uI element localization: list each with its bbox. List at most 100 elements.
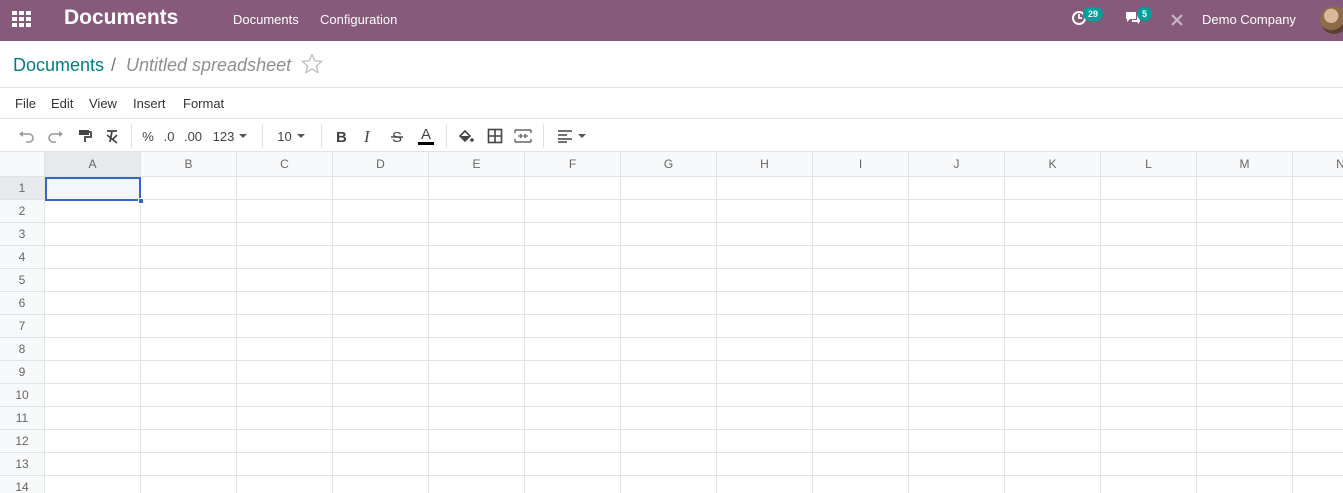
svg-text:B: B: [336, 129, 347, 144]
grid-column-line: [332, 177, 333, 493]
number-format-dropdown[interactable]: 123: [210, 126, 250, 146]
messages-count-badge: 5: [1137, 7, 1153, 21]
font-size-dropdown[interactable]: 10: [273, 126, 309, 146]
column-header-n[interactable]: N: [1293, 152, 1343, 177]
activity-count-badge: 29: [1083, 7, 1104, 21]
format-percent-button[interactable]: %: [140, 126, 156, 146]
debug-tools-icon[interactable]: [1169, 11, 1185, 29]
row-header-5[interactable]: 5: [0, 269, 45, 292]
strikethrough-button[interactable]: S: [388, 126, 406, 146]
grid-column-line: [1100, 177, 1101, 493]
column-header-a[interactable]: A: [45, 152, 141, 177]
grid-column-line: [428, 177, 429, 493]
row-header-14[interactable]: 14: [0, 476, 45, 493]
spreadsheet-grid[interactable]: A B C D E F G H I J K L M N 1 2 3 4 5 6 7 8 9 10 11 12 13 14: [0, 152, 1343, 493]
toolbar-divider: [321, 124, 322, 148]
decrease-decimal-button[interactable]: .0: [160, 126, 178, 146]
grid-row-line: [45, 475, 1343, 476]
favorite-star-icon[interactable]: [300, 52, 324, 76]
borders-button[interactable]: [485, 126, 505, 146]
column-header-e[interactable]: E: [429, 152, 525, 177]
row-header-7[interactable]: 7: [0, 315, 45, 338]
row-header-13[interactable]: 13: [0, 453, 45, 476]
grid-row-line: [45, 245, 1343, 246]
column-header-b[interactable]: B: [141, 152, 237, 177]
row-header-12[interactable]: 12: [0, 430, 45, 453]
user-avatar[interactable]: [1320, 6, 1343, 34]
menu-format[interactable]: Format: [183, 96, 224, 111]
borders-grid-icon: [487, 128, 503, 144]
control-panel: Documents / Untitled spreadsheet: [0, 41, 1343, 88]
row-header-6[interactable]: 6: [0, 292, 45, 315]
spreadsheet-menubar: File Edit View Insert Format: [0, 88, 1343, 119]
font-size-label: 10: [277, 128, 292, 144]
bold-button[interactable]: B: [332, 126, 350, 146]
undo-button[interactable]: [17, 126, 37, 146]
menu-edit[interactable]: Edit: [51, 96, 73, 111]
autofill-handle[interactable]: [138, 198, 144, 204]
column-header-l[interactable]: L: [1101, 152, 1197, 177]
italic-button[interactable]: I: [360, 126, 378, 146]
clear-format-icon: [106, 130, 118, 144]
menu-file[interactable]: File: [15, 96, 36, 111]
app-title[interactable]: Documents: [64, 6, 178, 30]
row-header-1[interactable]: 1: [0, 177, 45, 200]
increase-decimal-button[interactable]: .00: [182, 126, 204, 146]
grid-column-line: [908, 177, 909, 493]
row-header-8[interactable]: 8: [0, 338, 45, 361]
svg-text:A: A: [421, 126, 431, 143]
spreadsheet-title[interactable]: Untitled spreadsheet: [126, 55, 291, 76]
column-header-g[interactable]: G: [621, 152, 717, 177]
row-header-10[interactable]: 10: [0, 384, 45, 407]
grid-row-line: [45, 360, 1343, 361]
select-all-corner[interactable]: [0, 152, 45, 177]
clear-format-button[interactable]: [102, 126, 122, 146]
row-header-11[interactable]: 11: [0, 407, 45, 430]
redo-button[interactable]: [45, 126, 65, 146]
column-header-d[interactable]: D: [333, 152, 429, 177]
undo-icon: [19, 131, 34, 143]
italic-icon: I: [363, 128, 371, 144]
svg-text:I: I: [363, 128, 371, 144]
align-dropdown[interactable]: [554, 126, 588, 146]
column-header-c[interactable]: C: [237, 152, 333, 177]
row-header-3[interactable]: 3: [0, 223, 45, 246]
grid-column-line: [140, 177, 141, 493]
grid-row-line: [45, 291, 1343, 292]
merge-cells-button[interactable]: [513, 126, 533, 146]
toolbar-divider: [446, 124, 447, 148]
grid-column-line: [812, 177, 813, 493]
align-left-icon: [557, 130, 572, 143]
column-header-j[interactable]: J: [909, 152, 1005, 177]
grid-column-line: [1292, 177, 1293, 493]
strikethrough-icon: S: [391, 129, 403, 144]
bold-icon: B: [336, 129, 347, 144]
text-color-icon: A: [418, 126, 434, 145]
menu-insert[interactable]: Insert: [133, 96, 166, 111]
grid-column-line: [236, 177, 237, 493]
company-switcher[interactable]: Demo Company: [1202, 12, 1296, 27]
row-header-4[interactable]: 4: [0, 246, 45, 269]
chevron-down-icon: [239, 134, 248, 138]
column-header-h[interactable]: H: [717, 152, 813, 177]
grid-column-line: [620, 177, 621, 493]
grid-row-line: [45, 222, 1343, 223]
column-header-k[interactable]: K: [1005, 152, 1101, 177]
row-header-9[interactable]: 9: [0, 361, 45, 384]
menu-view[interactable]: View: [89, 96, 117, 111]
menu-documents[interactable]: Documents: [233, 12, 299, 27]
paint-format-button[interactable]: [75, 126, 95, 146]
column-header-f[interactable]: F: [525, 152, 621, 177]
selected-cell-a1[interactable]: [45, 177, 141, 201]
breadcrumb-documents-link[interactable]: Documents: [13, 55, 104, 76]
grid-row-line: [45, 406, 1343, 407]
fill-color-button[interactable]: [456, 126, 476, 146]
grid-column-line: [716, 177, 717, 493]
column-header-m[interactable]: M: [1197, 152, 1293, 177]
app-menu-icon[interactable]: [12, 11, 32, 27]
grid-row-line: [45, 337, 1343, 338]
column-header-i[interactable]: I: [813, 152, 909, 177]
text-color-button[interactable]: A: [416, 126, 436, 146]
row-header-2[interactable]: 2: [0, 200, 45, 223]
menu-configuration[interactable]: Configuration: [320, 12, 397, 27]
